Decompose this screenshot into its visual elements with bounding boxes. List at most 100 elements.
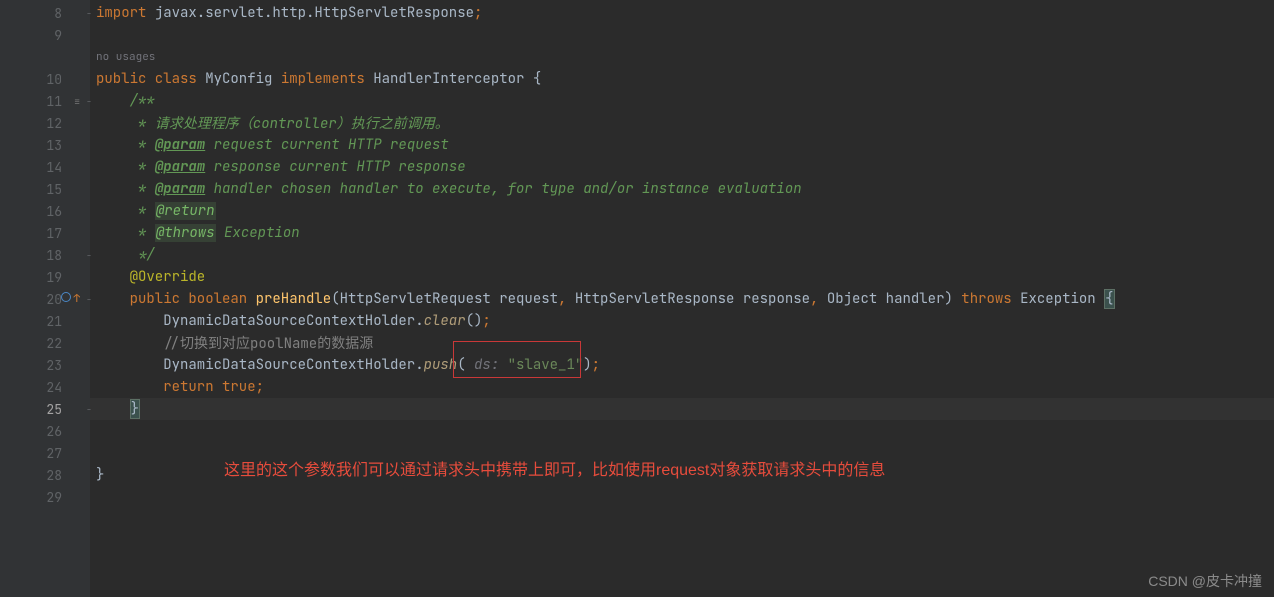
gutter-line-29[interactable]: 29: [0, 486, 90, 508]
code-token: request current HTTP request: [205, 136, 449, 154]
fold-icon[interactable]: −: [86, 95, 96, 108]
fold-icon[interactable]: −: [86, 293, 96, 306]
gutter-line-26[interactable]: 26: [0, 420, 90, 442]
gutter-line-20[interactable]: 20↑: [0, 288, 90, 310]
code-token: @return: [155, 202, 216, 220]
gutter-line-28[interactable]: 28: [0, 464, 90, 486]
gutter-line-14[interactable]: 14: [0, 156, 90, 178]
line-gutter[interactable]: 89 1011≡121314151617181920↑21222324252627…: [0, 0, 90, 597]
gutter-line-27[interactable]: 27: [0, 442, 90, 464]
gutter-line-25[interactable]: 25: [0, 398, 90, 420]
code-token: push: [424, 356, 458, 374]
code-token: }: [96, 466, 104, 484]
gutter-line-8[interactable]: 8: [0, 2, 90, 24]
gutter-line-10[interactable]: 10: [0, 68, 90, 90]
code-token: //切换到对应poolName的数据源: [96, 333, 373, 353]
code-token: ): [944, 290, 961, 308]
code-line-26[interactable]: [90, 420, 1274, 442]
code-token: {: [533, 70, 541, 88]
code-token: ,: [810, 290, 827, 308]
code-line-20[interactable]: − public boolean preHandle(HttpServletRe…: [90, 288, 1274, 310]
code-line-12[interactable]: * 请求处理程序（controller）执行之前调用。: [90, 112, 1274, 134]
code-line-11[interactable]: − /**: [90, 90, 1274, 112]
code-line-9[interactable]: [90, 24, 1274, 46]
code-token: clear: [424, 312, 466, 330]
code-token: }: [130, 399, 140, 419]
code-token: MyConfig: [205, 70, 281, 88]
code-token: ds:: [474, 356, 508, 374]
code-token: (: [457, 356, 474, 374]
gutter-line-19[interactable]: 19: [0, 266, 90, 288]
code-line-22[interactable]: //切换到对应poolName的数据源: [90, 332, 1274, 354]
code-token: public boolean: [130, 290, 256, 308]
code-token: throws: [961, 290, 1020, 308]
code-token: ;: [256, 378, 264, 396]
gutter-line-22[interactable]: 22: [0, 332, 90, 354]
gutter-line-13[interactable]: 13: [0, 134, 90, 156]
code-token: Exception: [1020, 290, 1104, 308]
gutter-line-15[interactable]: 15: [0, 178, 90, 200]
usage-hint[interactable]: no usages: [96, 50, 155, 64]
gutter-line-21[interactable]: 21: [0, 310, 90, 332]
code-line-24[interactable]: return true;: [90, 376, 1274, 398]
gutter-line-12[interactable]: 12: [0, 112, 90, 134]
code-token: public class: [96, 70, 205, 88]
code-token: response: [743, 290, 810, 308]
annotation-text: 这里的这个参数我们可以通过请求头中携带上即可，比如使用request对象获取请求…: [224, 456, 885, 480]
code-token: ): [583, 356, 591, 374]
fold-icon[interactable]: −: [86, 249, 96, 262]
gutter-line-24[interactable]: 24: [0, 376, 90, 398]
code-token: @Override: [130, 268, 206, 286]
code-token: *: [96, 136, 155, 154]
override-icon[interactable]: ↑: [61, 292, 80, 306]
code-token: ;: [592, 356, 600, 374]
code-token: /**: [96, 92, 155, 110]
code-line-15[interactable]: * @param handler chosen handler to execu…: [90, 178, 1274, 200]
code-token: [96, 290, 130, 308]
code-token: */: [96, 246, 155, 264]
code-token: Exception: [216, 224, 300, 242]
code-line-8[interactable]: −import javax.servlet.http.HttpServletRe…: [90, 2, 1274, 24]
code-line-10[interactable]: public class MyConfig implements Handler…: [90, 68, 1274, 90]
code-token: preHandle: [256, 290, 332, 308]
gutter-line-9[interactable]: 9: [0, 24, 90, 46]
code-content-area[interactable]: −import javax.servlet.http.HttpServletRe…: [90, 0, 1274, 597]
code-token: @param: [155, 136, 205, 154]
code-line-29[interactable]: [90, 486, 1274, 508]
code-line-18[interactable]: − */: [90, 244, 1274, 266]
code-token: ,: [558, 290, 575, 308]
code-token: (): [466, 312, 483, 330]
code-line-16[interactable]: * @return: [90, 200, 1274, 222]
structure-icon[interactable]: ≡: [68, 95, 86, 108]
fold-icon[interactable]: −: [86, 7, 96, 20]
gutter-line-17[interactable]: 17: [0, 222, 90, 244]
code-line-17[interactable]: * @throws Exception: [90, 222, 1274, 244]
code-token: *: [96, 180, 155, 198]
code-editor[interactable]: 89 1011≡121314151617181920↑21222324252627…: [0, 0, 1274, 597]
gutter-line-18[interactable]: 18: [0, 244, 90, 266]
code-token: [96, 400, 130, 418]
code-token: *: [96, 202, 155, 220]
code-line-19[interactable]: @Override: [90, 266, 1274, 288]
gutter-line-11[interactable]: 11≡: [0, 90, 90, 112]
code-token: DynamicDataSourceContextHolder.: [96, 356, 424, 374]
code-line-14[interactable]: * @param response current HTTP response: [90, 156, 1274, 178]
code-token: DynamicDataSourceContextHolder.: [96, 312, 424, 330]
fold-icon[interactable]: −: [86, 403, 96, 416]
code-line-13[interactable]: * @param request current HTTP request: [90, 134, 1274, 156]
gutter-line-2[interactable]: [0, 46, 90, 68]
code-line-25[interactable]: − }: [90, 398, 1274, 420]
code-token: ;: [474, 4, 482, 22]
code-token: @param: [155, 180, 205, 198]
code-token: HttpServletResponse: [575, 290, 743, 308]
code-token: return true: [163, 378, 255, 396]
gutter-line-16[interactable]: 16: [0, 200, 90, 222]
code-token: request: [499, 290, 558, 308]
code-line-21[interactable]: DynamicDataSourceContextHolder.clear();: [90, 310, 1274, 332]
code-token: "slave_1": [508, 356, 584, 374]
gutter-line-23[interactable]: 23: [0, 354, 90, 376]
code-token: [96, 268, 130, 286]
code-token: handler: [886, 290, 945, 308]
code-line-2[interactable]: no usages: [90, 46, 1274, 68]
code-line-23[interactable]: DynamicDataSourceContextHolder.push( ds:…: [90, 354, 1274, 376]
